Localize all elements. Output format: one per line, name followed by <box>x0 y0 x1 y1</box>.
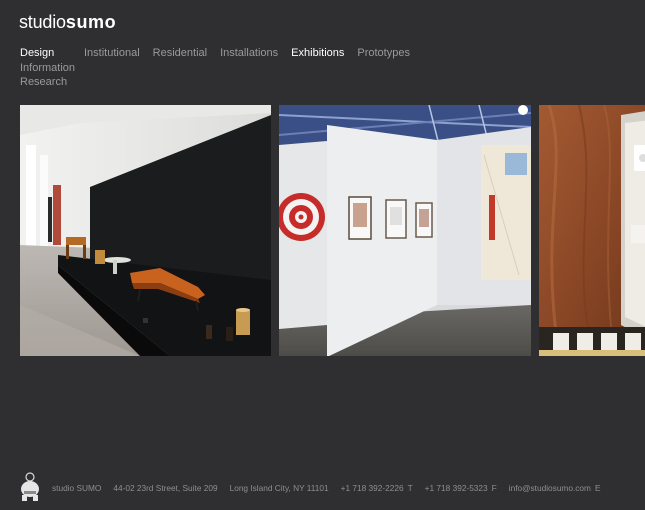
footer-email[interactable]: info@studiosumo.com E <box>509 483 601 493</box>
nav-item-design[interactable]: Design <box>20 46 75 61</box>
gallery-image-wood-display[interactable] <box>539 105 645 356</box>
gallery-image-art-exhibition[interactable] <box>279 105 531 356</box>
subnav-item-exhibitions[interactable]: Exhibitions <box>291 46 344 61</box>
footer-phone-number: +1 718 392-2226 <box>340 483 404 493</box>
nav-item-research[interactable]: Research <box>20 75 75 90</box>
primary-nav: Design Information Research <box>20 46 75 90</box>
footer-email-suffix: E <box>594 483 601 493</box>
footer-fax-suffix: F <box>491 483 497 493</box>
subnav-item-installations[interactable]: Installations <box>220 46 278 61</box>
secondary-nav: Institutional Residential Installations … <box>84 46 410 61</box>
site-footer: studio SUMO 44-02 23rd Street, Suite 209… <box>18 470 601 502</box>
nav-item-information[interactable]: Information <box>20 61 75 76</box>
subnav-item-institutional[interactable]: Institutional <box>84 46 140 61</box>
gallery-image-furniture-exhibition[interactable] <box>20 105 271 356</box>
sumo-wrestler-icon <box>18 471 42 501</box>
subnav-item-residential[interactable]: Residential <box>153 46 207 61</box>
logo-text-studio: studio <box>19 12 66 32</box>
logo-text-sumo: sumo <box>65 12 117 32</box>
subnav-item-prototypes[interactable]: Prototypes <box>357 46 410 61</box>
footer-company-name: studio SUMO <box>52 483 102 493</box>
art-gallery-photo <box>279 105 531 356</box>
footer-phone-suffix: T <box>407 483 413 493</box>
footer-city: Long Island City, NY 11101 <box>229 483 329 493</box>
footer-address: 44-02 23rd Street, Suite 209 <box>113 483 218 493</box>
site-logo[interactable]: studiosumo <box>19 12 116 32</box>
footer-fax: +1 718 392-5323 F <box>425 483 497 493</box>
footer-email-address[interactable]: info@studiosumo.com <box>509 483 591 493</box>
footer-contact-info: studio SUMO 44-02 23rd Street, Suite 209… <box>52 479 601 493</box>
furniture-exhibition-photo <box>20 105 271 356</box>
wood-panel-display-photo <box>539 105 645 356</box>
footer-phone: +1 718 392-2226 T <box>341 483 413 493</box>
footer-fax-number: +1 718 392-5323 <box>424 483 488 493</box>
